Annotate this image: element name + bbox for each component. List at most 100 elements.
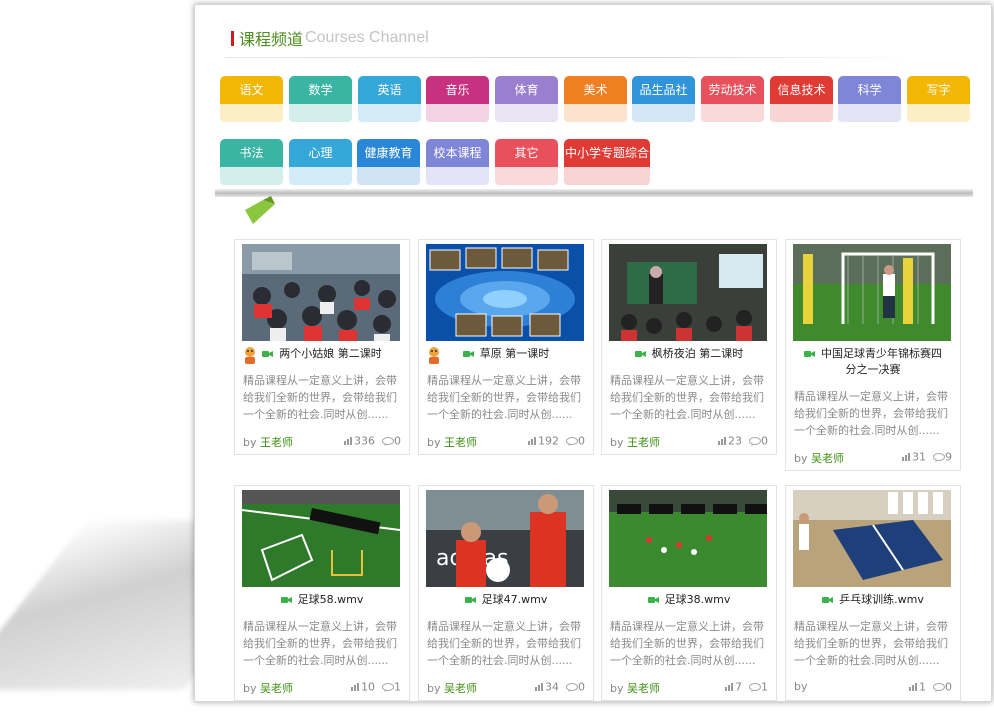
course-card[interactable]: 足球58.wmv 精品课程从一定意义上讲，会带给我们全新的世界，会带给我们一个全… <box>234 485 410 701</box>
teacher-name[interactable]: 王老师 <box>444 436 477 449</box>
views-icon <box>528 437 536 445</box>
course-description: 精品课程从一定意义上讲，会带给我们全新的世界，会带给我们一个全新的社会.同时从创… <box>610 620 764 667</box>
course-title-row[interactable]: 中国足球青少年锦标赛四分之一决赛 <box>786 346 960 378</box>
section-header: 课程频道 Courses Channel <box>231 27 429 49</box>
content-divider <box>215 189 973 197</box>
course-description: 精品课程从一定意义上讲，会带给我们全新的世界，会带给我们一个全新的社会.同时从创… <box>243 620 397 667</box>
category-tab-14[interactable]: 校本课程 <box>426 139 489 185</box>
author-line: by 吴老师 <box>427 680 477 696</box>
course-stats: 336 0 <box>344 434 401 448</box>
category-tab-7[interactable]: 劳动技术 <box>701 76 764 122</box>
views-icon <box>718 437 726 445</box>
course-thumbnail[interactable]: adidas <box>426 490 584 587</box>
comment-count: 0 <box>394 434 401 448</box>
teacher-name[interactable]: 吴老师 <box>811 452 844 465</box>
course-thumbnail[interactable] <box>242 244 400 341</box>
course-meta: by 吴老师 7 1 <box>610 680 768 696</box>
course-description: 精品课程从一定意义上讲，会带给我们全新的世界，会带给我们一个全新的社会.同时从创… <box>427 374 581 421</box>
header-accent-bar <box>231 30 234 46</box>
course-title[interactable]: 足球47.wmv <box>482 593 548 606</box>
course-thumbnail[interactable] <box>609 490 767 587</box>
view-count: 336 <box>354 434 375 448</box>
by-label: by <box>610 436 624 449</box>
views-icon <box>351 683 359 691</box>
comment-count: 0 <box>578 434 585 448</box>
category-tab-11[interactable]: 书法 <box>220 139 283 185</box>
course-thumbnail[interactable] <box>426 244 584 341</box>
course-title-row[interactable]: 枫桥夜泊 第二课时 <box>602 346 776 362</box>
course-card[interactable]: 乒乓球训练.wmv 精品课程从一定意义上讲，会带给我们全新的世界，会带给我们一个… <box>785 485 961 701</box>
by-label: by <box>427 436 441 449</box>
category-tab-9[interactable]: 科学 <box>838 76 901 122</box>
course-title[interactable]: 中国足球青少年锦标赛四分之一决赛 <box>821 347 942 376</box>
course-stats: 10 1 <box>351 680 401 694</box>
comment-count: 0 <box>945 680 952 694</box>
teacher-avatar-icon <box>429 347 439 364</box>
course-thumbnail[interactable] <box>242 490 400 587</box>
section-subtitle: Courses Channel <box>305 29 429 46</box>
course-thumbnail[interactable] <box>609 244 767 341</box>
teacher-name[interactable]: 王老师 <box>260 436 293 449</box>
author-line: by 吴老师 <box>610 680 660 696</box>
video-icon <box>822 597 834 603</box>
teacher-name[interactable]: 吴老师 <box>627 682 660 695</box>
category-tab-5[interactable]: 美术 <box>564 76 627 122</box>
course-title-row[interactable]: 足球47.wmv <box>419 592 593 608</box>
category-tab-6[interactable]: 品生品社 <box>632 76 695 122</box>
course-title[interactable]: 两个小姑娘 第二课时 <box>279 347 382 360</box>
video-icon <box>647 597 659 603</box>
course-card[interactable]: 中国足球青少年锦标赛四分之一决赛 精品课程从一定意义上讲，会带给我们全新的世界，… <box>785 239 961 471</box>
view-count: 34 <box>545 680 559 694</box>
category-tab-8[interactable]: 信息技术 <box>770 76 833 122</box>
category-tab-16[interactable]: 中小学专题综合 <box>564 139 650 185</box>
comment-count: 9 <box>945 450 952 464</box>
view-count: 23 <box>728 434 742 448</box>
course-description: 精品课程从一定意义上讲，会带给我们全新的世界，会带给我们一个全新的社会.同时从创… <box>610 374 764 421</box>
category-tab-4[interactable]: 体育 <box>495 76 558 122</box>
views-icon <box>902 453 910 461</box>
course-meta: by 吴老师 34 0 <box>427 680 585 696</box>
comment-count: 0 <box>578 680 585 694</box>
by-label: by <box>794 680 808 693</box>
course-title-row[interactable]: 草原 第一课时 <box>419 346 593 364</box>
course-card[interactable]: 草原 第一课时 精品课程从一定意义上讲，会带给我们全新的世界，会带给我们一个全新… <box>418 239 594 455</box>
author-line: by 王老师 <box>243 434 293 450</box>
category-tab-2[interactable]: 英语 <box>358 76 421 122</box>
category-tab-3[interactable]: 音乐 <box>426 76 489 122</box>
category-tab-1[interactable]: 数学 <box>289 76 352 122</box>
category-tab-13[interactable]: 健康教育 <box>357 139 420 185</box>
course-title[interactable]: 足球58.wmv <box>298 593 364 606</box>
course-title-row[interactable]: 足球58.wmv <box>235 592 409 608</box>
course-title[interactable]: 枫桥夜泊 第二课时 <box>652 347 744 360</box>
course-card[interactable]: 枫桥夜泊 第二课时 精品课程从一定意义上讲，会带给我们全新的世界，会带给我们一个… <box>601 239 777 455</box>
by-label: by <box>243 682 257 695</box>
course-title-row[interactable]: 乒乓球训练.wmv <box>786 592 960 608</box>
author-line: by 王老师 <box>427 434 477 450</box>
category-tab-12[interactable]: 心理 <box>289 139 352 185</box>
author-line: by 吴老师 <box>794 450 844 466</box>
view-count: 31 <box>912 450 926 464</box>
teacher-name[interactable]: 吴老师 <box>444 682 477 695</box>
category-tab-10[interactable]: 写字 <box>907 76 970 122</box>
course-card[interactable]: 足球38.wmv 精品课程从一定意义上讲，会带给我们全新的世界，会带给我们一个全… <box>601 485 777 701</box>
course-title-row[interactable]: 两个小姑娘 第二课时 <box>235 346 409 364</box>
view-count: 7 <box>735 680 742 694</box>
category-tab-15[interactable]: 其它 <box>495 139 558 185</box>
course-title[interactable]: 乒乓球训练.wmv <box>839 593 924 606</box>
video-icon <box>462 351 474 357</box>
course-thumbnail[interactable] <box>793 244 951 341</box>
course-title[interactable]: 草原 第一课时 <box>480 347 550 360</box>
course-card[interactable]: adidas 足球47.wmv 精品课程从一定意义上讲，会带给我们全新的世界，会… <box>418 485 594 701</box>
author-line: by <box>794 680 808 693</box>
teacher-name[interactable]: 王老师 <box>627 436 660 449</box>
teacher-avatar-icon <box>245 347 255 364</box>
course-title[interactable]: 足球38.wmv <box>665 593 731 606</box>
teacher-name[interactable]: 吴老师 <box>260 682 293 695</box>
views-icon <box>344 437 352 445</box>
course-thumbnail[interactable] <box>793 490 951 587</box>
video-icon <box>634 351 646 357</box>
course-title-row[interactable]: 足球38.wmv <box>602 592 776 608</box>
course-card[interactable]: 两个小姑娘 第二课时 精品课程从一定意义上讲，会带给我们全新的世界，会带给我们一… <box>234 239 410 455</box>
comment-count: 0 <box>761 434 768 448</box>
category-tab-0[interactable]: 语文 <box>220 76 283 122</box>
